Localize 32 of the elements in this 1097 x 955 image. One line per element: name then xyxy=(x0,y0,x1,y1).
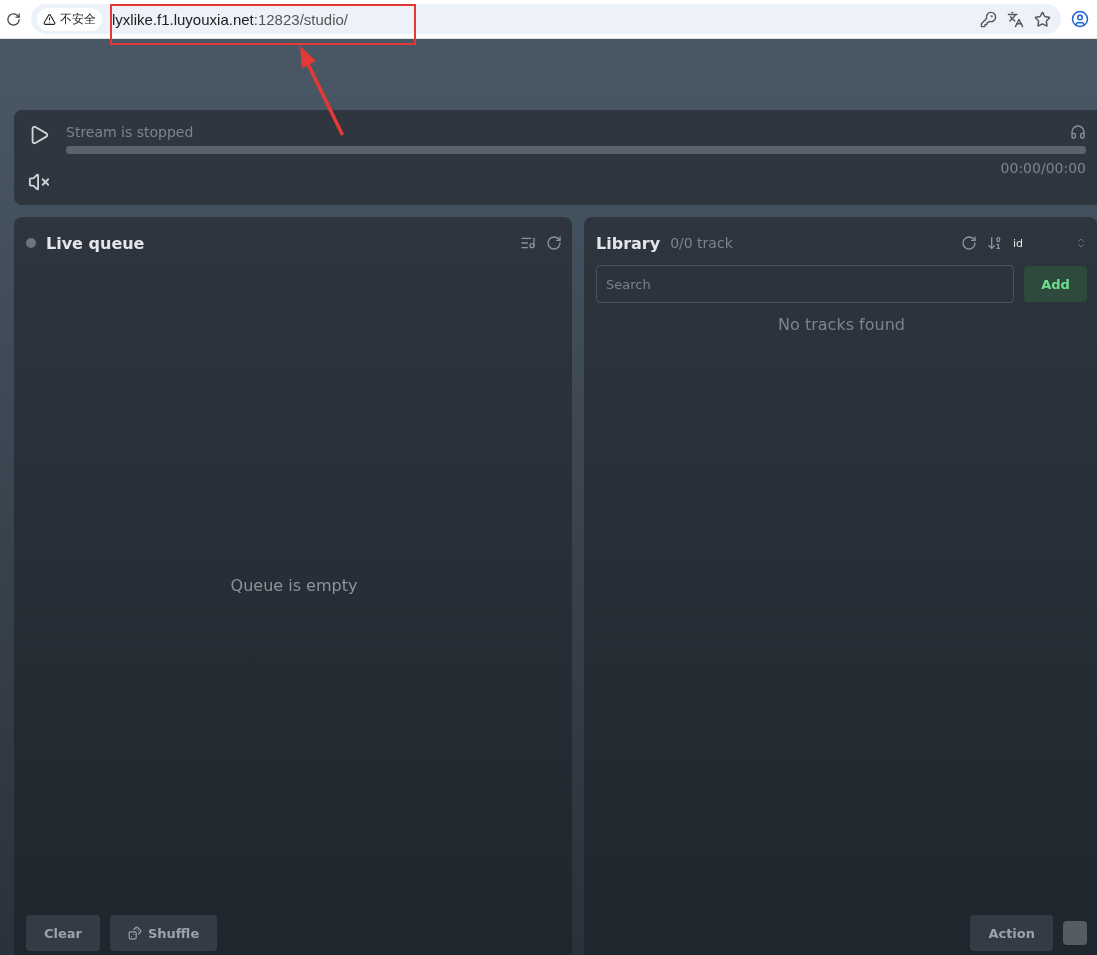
star-icon[interactable] xyxy=(1034,10,1051,28)
time-display: 00:00/00:00 xyxy=(1000,160,1086,176)
add-button[interactable]: Add xyxy=(1024,266,1087,302)
stream-status: Stream is stopped xyxy=(66,124,194,140)
shuffle-button[interactable]: Shuffle xyxy=(110,915,218,951)
status-dot xyxy=(26,238,36,248)
chevrons-icon[interactable] xyxy=(1075,237,1087,249)
sort-select[interactable]: id xyxy=(1013,236,1065,250)
track-count: 0/0 track xyxy=(670,235,733,251)
dice-icon xyxy=(128,926,142,940)
progress-track[interactable] xyxy=(66,146,1086,154)
empty-message: No tracks found xyxy=(778,315,905,334)
panel-title: Library xyxy=(596,233,661,253)
action-button[interactable]: Action xyxy=(970,915,1053,951)
playlist-icon[interactable] xyxy=(520,235,536,251)
mute-icon[interactable] xyxy=(28,171,50,193)
translate-icon[interactable] xyxy=(1007,10,1024,28)
reload-icon[interactable] xyxy=(6,11,21,27)
address-field[interactable]: lyxlike.f1.luyouxia.net:12823/studio/ xyxy=(112,10,970,28)
headphones-icon[interactable] xyxy=(1070,124,1086,140)
search-field[interactable]: Search xyxy=(596,265,1014,303)
key-icon[interactable] xyxy=(980,10,997,28)
checkbox[interactable] xyxy=(1063,921,1087,945)
sort-icon[interactable] xyxy=(987,235,1003,251)
profile-icon[interactable] xyxy=(1071,10,1089,28)
refresh-icon[interactable] xyxy=(546,235,562,251)
empty-message: Queue is empty xyxy=(230,575,358,595)
clear-button[interactable]: Clear xyxy=(26,915,100,951)
panel-title: Live queue xyxy=(46,233,145,253)
refresh-icon[interactable] xyxy=(961,235,977,251)
security-chip[interactable]: 不安全 xyxy=(37,7,102,31)
warning-icon xyxy=(43,12,56,26)
